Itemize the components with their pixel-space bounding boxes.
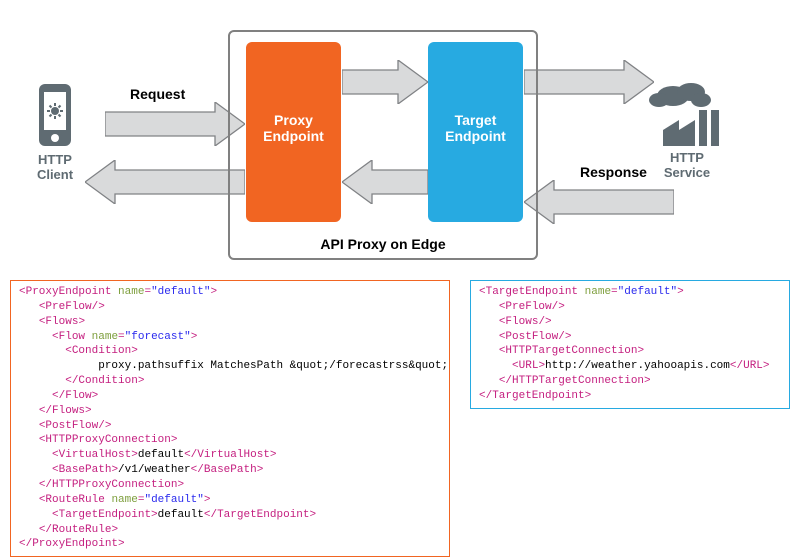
arrow-client-to-proxy xyxy=(105,102,245,146)
target-endpoint-box: Target Endpoint xyxy=(428,42,523,222)
response-label: Response xyxy=(580,164,647,180)
client-label-2: Client xyxy=(33,167,77,182)
proxy-endpoint-box: Proxy Endpoint xyxy=(246,42,341,222)
service-label-1: HTTP xyxy=(643,150,731,165)
http-service: HTTP Service xyxy=(643,78,731,180)
client-label-1: HTTP xyxy=(33,152,77,167)
http-client: HTTP Client xyxy=(33,82,77,182)
container-label: API Proxy on Edge xyxy=(230,236,536,252)
proxy-endpoint-l1: Proxy xyxy=(246,112,341,128)
service-label-2: Service xyxy=(643,165,731,180)
arrow-service-to-target xyxy=(524,180,674,224)
proxy-endpoint-xml: <ProxyEndpoint name="default"> <PreFlow/… xyxy=(10,280,450,557)
diagram-area: HTTP Client HTTP Service Request Respons… xyxy=(0,0,799,270)
phone-icon xyxy=(33,82,77,152)
arrow-proxy-to-client xyxy=(85,160,245,204)
target-endpoint-xml: <TargetEndpoint name="default"> <PreFlow… xyxy=(470,280,790,409)
target-endpoint-l2: Endpoint xyxy=(428,128,523,144)
proxy-endpoint-l2: Endpoint xyxy=(246,128,341,144)
factory-cloud-icon xyxy=(643,78,731,150)
target-endpoint-l1: Target xyxy=(428,112,523,128)
arrow-target-to-service xyxy=(524,60,654,104)
request-label: Request xyxy=(130,86,185,102)
